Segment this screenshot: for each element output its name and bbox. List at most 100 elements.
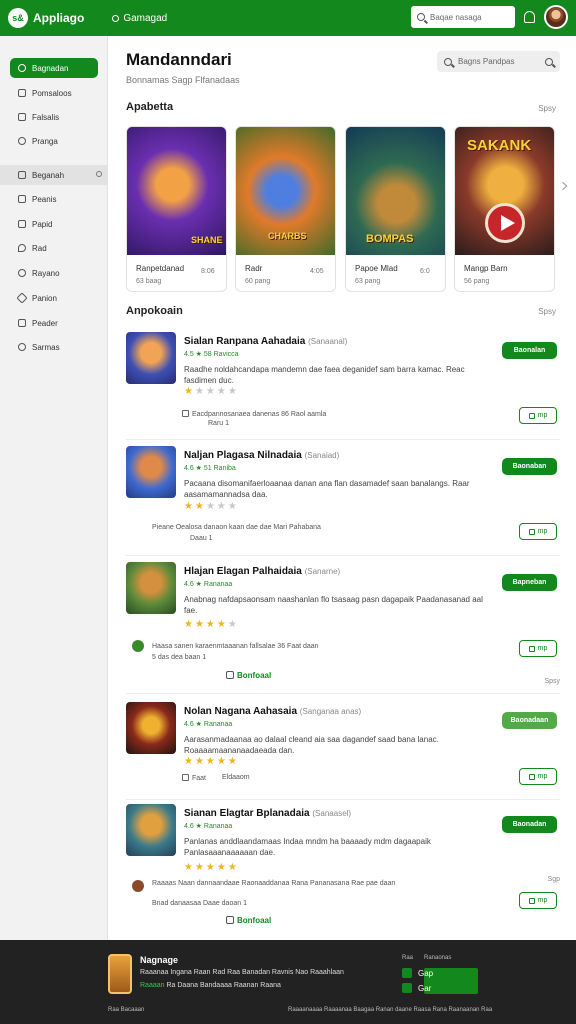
download-button[interactable]: mp (519, 640, 557, 657)
app-category: (Sanganaa anas) (299, 707, 362, 716)
tools-icon (16, 292, 28, 304)
footer-link[interactable]: Raaaan (140, 982, 165, 989)
app-extra-text: Raaaas Naan dannaandaae Raonaaddanaa Ran… (152, 880, 396, 887)
app-rating: 4.6 ★ Rananaa (184, 581, 233, 588)
sidebar-item-7[interactable]: Papid (10, 214, 98, 234)
app-title: Hlajan Elagan Palhaidaia (Sanarne) (184, 566, 340, 577)
list-item[interactable]: Sialan Ranpana Aahadaia (Sanaanal) 4.5 ★… (126, 332, 560, 440)
game-icon (18, 113, 26, 121)
sidebar-item-3[interactable]: Falsalis (10, 107, 98, 127)
play-icon[interactable] (485, 203, 525, 243)
app-extra-2: Eldaaom (222, 774, 250, 781)
app-description: Aarasanmadaanaa ao dalaal cleand aia saa… (184, 735, 439, 755)
sidebar-item-8[interactable]: Rad (10, 238, 98, 258)
top-search-input[interactable]: Baqae nasaga (411, 6, 515, 28)
list-item[interactable]: Naljan Plagasa Nilnadaia (Sanaiad) 4.6 ★… (126, 446, 560, 556)
sidebar-item-5[interactable]: Beganah (0, 165, 108, 185)
card-meta-right: 4:05 (310, 268, 324, 275)
footer-row[interactable]: Gap (402, 968, 433, 978)
sidebar-item-label: Peader (32, 318, 58, 328)
app-note[interactable]: Bonfoaal (226, 671, 271, 680)
nav-games-link[interactable]: Gamagad (112, 13, 167, 24)
app-title-text: Sialan Ranpana Aahadaia (184, 336, 306, 347)
install-button[interactable]: Baonadaan (502, 712, 557, 729)
list-see-all-link[interactable]: Spsy (538, 307, 556, 316)
install-button[interactable]: Baonaban (502, 458, 557, 475)
sidebar-item-11[interactable]: Peader (10, 313, 98, 333)
notification-icon[interactable] (524, 11, 535, 23)
app-extra-text: Pieane Oealosa danaon kaan dae dae Mari … (152, 524, 321, 531)
list-item[interactable]: Hlajan Elagan Palhaidaia (Sanarne) 4.6 ★… (126, 562, 560, 694)
download-label: mp (537, 412, 548, 419)
featured-card[interactable]: CHARBS Radr 60 pang 4:05 (235, 126, 336, 292)
footer-row-label: Gap (418, 968, 434, 978)
app-logo[interactable]: s& Appliago (8, 8, 84, 28)
list-item[interactable]: Nolan Nagana Aahasaia (Sanganaa anas) 4.… (126, 702, 560, 800)
settings-icon (18, 343, 26, 351)
sidebar-item-label: Panion (32, 293, 57, 303)
avatar[interactable] (544, 5, 568, 29)
install-button[interactable]: Baonalan (502, 342, 557, 359)
search-submit-icon[interactable] (545, 57, 553, 66)
download-button[interactable]: mp (519, 407, 557, 424)
footer-bottom-right: Raaaanaaaa Raaaanaa Baagaa Ranan daane R… (288, 1007, 493, 1013)
download-button[interactable]: mp (519, 768, 557, 785)
sidebar-item-10[interactable]: Panion (10, 288, 98, 308)
card-meta-right: 6:0 (420, 268, 430, 275)
sidebar-item-9[interactable]: Rayano (10, 263, 98, 283)
app-name: Appliago (33, 11, 85, 25)
chevron-right-icon[interactable] (558, 181, 568, 191)
download-button[interactable]: mp (519, 523, 557, 540)
checkbox-icon[interactable] (182, 774, 189, 781)
download-icon (528, 897, 535, 904)
top-search-placeholder: Baqae nasaga (430, 12, 482, 22)
app-rating: 4.5 ★ 58 Ravicca (184, 351, 239, 358)
featured-card[interactable]: SAKANK Mangp Barn 56 pang (454, 126, 555, 292)
app-note[interactable]: Bonfoaal (226, 916, 271, 925)
app-title: Nolan Nagana Aahasaia (Sanganaa anas) (184, 706, 361, 717)
sidebar-item-12[interactable]: Sarmas (10, 337, 98, 357)
app-title-text: Nolan Nagana Aahasaia (184, 706, 298, 717)
sidebar-item-6[interactable]: Peanis (10, 189, 98, 209)
clock-icon (18, 137, 26, 145)
featured-card[interactable]: BOMPAS Papoe Mlad 63 pang 6:0 (345, 126, 446, 292)
download-icon (528, 412, 535, 419)
page-title: Mandanndari (126, 50, 232, 69)
list-item[interactable]: Sianan Elagtar Bplanadaia (Sanaasel) 4.6… (126, 804, 560, 936)
checkbox-icon[interactable] (182, 410, 189, 417)
side-label: Spsy (544, 678, 560, 685)
app-extra-2: 5 das dea baan 1 (152, 654, 207, 661)
sidebar-item-home[interactable]: Bagnadan (10, 58, 98, 78)
sidebar-item-4[interactable]: Pranga (10, 131, 98, 151)
card-name: Mangp Barn (464, 264, 508, 273)
featured-card[interactable]: SHANE Ranpetdanad 63 baag 8:06 (126, 126, 227, 292)
app-thumbnail (126, 804, 176, 856)
app-extra: Haasa sanen karaenmtaaanan fallsalae 36 … (152, 643, 319, 650)
search-icon (444, 57, 452, 66)
app-note-text: Bonfoaal (237, 671, 272, 680)
install-button[interactable]: Baonadan (502, 816, 557, 833)
sidebar-item-2[interactable]: Pomsaloos (10, 83, 98, 103)
app-thumbnail (126, 702, 176, 754)
footer-bottom-left: Raa Bacaaan (108, 1007, 145, 1013)
featured-see-all-link[interactable]: Spsy (538, 104, 556, 113)
nav-label: Gamagad (123, 12, 168, 24)
side-label: Sgp (547, 876, 560, 883)
sidebar-item-label: Rad (32, 243, 47, 253)
install-button[interactable]: Bapneban (502, 574, 557, 591)
download-button[interactable]: mp (519, 892, 557, 909)
download-label: mp (537, 773, 548, 780)
footer-text: Raaanaa Ingana Raan Rad Raa Banadan Ravn… (140, 969, 344, 976)
app-category: (Sanaanal) (308, 337, 348, 346)
bolt-icon (18, 220, 26, 228)
sidebar-item-label: Papid (32, 219, 53, 229)
app-thumbnail (126, 446, 176, 498)
main-search-input[interactable]: Bagns Pandpas (437, 51, 560, 72)
footer-row[interactable]: Gar (402, 983, 431, 993)
sidebar-item-label: Bagnadan (32, 63, 69, 73)
leaf-icon (132, 640, 144, 652)
app-rating: 4.6 ★ Rananaa (184, 823, 233, 830)
app-extra-text: Faat (192, 775, 207, 782)
footer-logo (108, 954, 132, 994)
download-icon (528, 773, 535, 780)
